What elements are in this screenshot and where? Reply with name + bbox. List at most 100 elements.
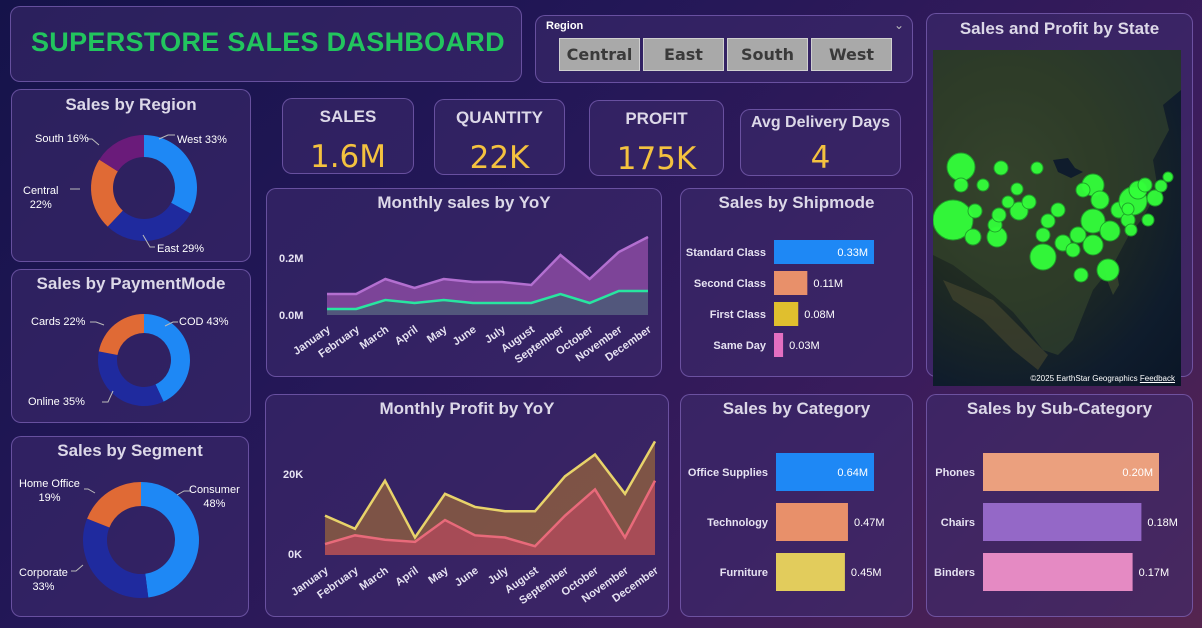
donut-region-slices [90,135,198,241]
monthly-sales-card: Monthly sales by YoY 0.2M 0.0M January Fe… [266,188,662,377]
bar-same-day [774,333,784,357]
state-bubble [946,152,976,182]
bar-label: Standard Class [686,247,766,259]
label-online: Online 35% [28,396,85,408]
state-bubble [1090,190,1110,210]
bar-value: 0.08M [804,309,835,321]
bar-technology [776,503,848,541]
bar-chairs [983,503,1142,541]
bar-second-class [774,271,808,295]
state-bubble [964,228,982,246]
sales-by-segment-card: Sales by Segment Consumer 48% Corporate … [11,436,249,617]
dashboard-title-card: SUPERSTORE SALES DASHBOARD [10,6,522,82]
x-tick-june: June [453,565,481,590]
dashboard-title: SUPERSTORE SALES DASHBOARD [31,27,505,57]
feedback-link[interactable]: Feedback [1140,374,1175,383]
y-tick-0-2m: 0.2M [279,253,303,265]
state-bubble [1065,242,1081,258]
monthly-sales-chart: 0.2M 0.0M JanuaryFebruaryMarch April May Ju… [279,235,654,366]
kpi-sales-card: SALES 1.6M [282,98,414,175]
sales-profit-map-title: Sales and Profit by State [959,19,1160,38]
y-tick-0k: 0K [288,549,302,561]
donut-slice-cards [98,314,144,355]
x-tick-march: March [357,564,391,593]
bar-first-class [774,302,799,326]
label-cards: Cards 22% [31,316,86,328]
state-bubble [1082,234,1104,256]
state-bubble [1021,194,1037,210]
sales-by-paymentmode-card: Sales by PaymentMode COD 43% Online 35% … [11,269,251,423]
donut-payment-slices [98,314,190,406]
state-bubble [1073,267,1089,283]
bar-value: 0.11M [813,278,843,290]
map-svg [933,50,1181,370]
bar-label: Second Class [694,278,766,290]
bar-value: 0.33M [837,247,868,259]
state-bubble [976,178,990,192]
callout-line-online [102,390,114,403]
state-bubble [967,203,983,219]
us-state-map[interactable]: ©2025 EarthStar Geographics Feedback [933,50,1181,386]
kpi-delivery-value: 4 [810,140,831,176]
state-bubble [1001,195,1015,209]
monthly-profit-card: Monthly Profit by YoY 20K 0K January Febr… [265,394,669,617]
bar-value: 0.47M [854,517,885,529]
kpi-profit-label: PROFIT [625,109,688,128]
bar-label: First Class [710,309,766,321]
bar-value: 0.03M [789,340,820,352]
state-bubble [1121,202,1135,216]
label-south: South 16% [35,133,89,145]
sales-profit-map-card: Sales and Profit by State ©2025 EarthSta… [926,13,1193,386]
state-bubble [1096,258,1120,282]
state-bubble [1124,223,1138,237]
kpi-quantity-label: QUANTITY [456,108,543,127]
bar-value: 0.20M [1122,467,1153,479]
bar-label: Office Supplies [688,467,768,479]
state-bubble [1029,243,1057,271]
state-bubble [991,207,1007,223]
bar-furniture [776,553,845,591]
state-bubble [1162,171,1174,183]
sales-by-category-card: Sales by Category Office Supplies 0.64M Te… [680,394,913,617]
label-home-office: Home Office 19% [19,478,80,504]
callout-line-cards [90,321,105,326]
callout-line-corporate [71,564,84,572]
monthly-profit-chart: 20K 0K JanuaryFebruaryMarch April May June J… [283,440,661,607]
donut-slice-corporate [82,518,149,598]
y-tick-20k: 20K [283,469,303,481]
donut-slice-home-office [87,482,141,528]
x-tick-april: April [393,565,420,589]
region-button-east[interactable]: East [643,38,724,71]
y-tick-0-0m: 0.0M [279,310,303,322]
x-tick-april: April [393,324,420,348]
label-corporate: Corporate 33% [19,567,68,593]
kpi-quantity-card: QUANTITY 22K [434,99,565,176]
donut-slice-online [98,351,164,406]
state-bubble [1137,177,1153,193]
kpi-sales-value: 1.6M [309,139,387,175]
kpi-delivery-label: Avg Delivery Days [750,114,891,131]
region-slicer-label: Region [546,20,584,32]
x-tick-june: June [451,324,479,349]
region-button-south[interactable]: South [727,38,808,71]
chevron-down-icon[interactable]: ⌄ [894,18,904,32]
sales-by-shipmode-card: Sales by Shipmode Standard Class 0.33M Sec… [680,188,913,377]
state-bubble [953,177,969,193]
label-east: East 29% [157,243,205,255]
state-bubble [1075,182,1091,198]
x-tick-may: May [425,323,450,346]
state-bubble [1050,202,1066,218]
bar-value: 0.17M [1139,567,1170,579]
region-button-central[interactable]: Central [559,38,640,71]
kpi-delivery-card: Avg Delivery Days 4 [740,109,901,176]
bar-label: Phones [935,467,975,479]
bar-label: Chairs [941,517,975,529]
state-bubble [1099,220,1121,242]
region-button-west[interactable]: West [811,38,892,71]
label-west: West 33% [177,134,227,146]
region-slicer[interactable]: Region ⌄ Central East South West [535,15,913,83]
donut-segment-slices [82,482,200,598]
state-bubble [1030,161,1044,175]
bar-label: Technology [707,517,769,529]
bar-label: Same Day [713,340,766,352]
